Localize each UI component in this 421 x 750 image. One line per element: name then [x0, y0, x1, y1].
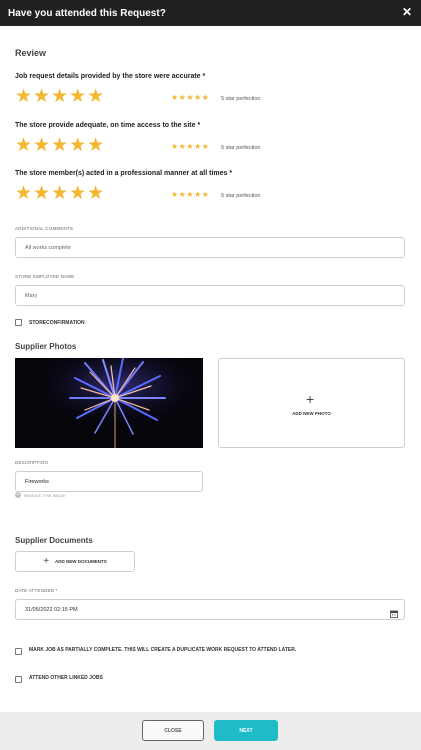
add-new-photo-button[interactable]: + ADD NEW PHOTO: [218, 358, 405, 448]
plus-icon: +: [306, 391, 315, 407]
star-rating-3[interactable]: ★★★★★: [15, 184, 105, 203]
modal-footer: CLOSE NEXT: [0, 712, 421, 750]
supplier-documents-title: Supplier Documents: [15, 536, 93, 545]
rating-summary-text-2: 5 star perfection: [221, 145, 261, 151]
comments-value: All works complete: [25, 244, 71, 251]
employee-name-input[interactable]: Mary: [15, 285, 405, 306]
date-attended-value: 31/05/2022 02:15 PM: [25, 606, 78, 613]
remove-image-icon[interactable]: ×: [15, 492, 21, 498]
add-new-documents-label: ADD NEW DOCUMENTS: [55, 559, 107, 564]
comments-label: ADDITIONAL COMMENTS: [15, 226, 74, 231]
add-new-photo-label: ADD NEW PHOTO: [292, 411, 331, 416]
partial-complete-checkbox[interactable]: [15, 648, 22, 655]
modal-title: Have you attended this Request?: [8, 8, 166, 19]
date-attended-input[interactable]: 31/05/2022 02:15 PM: [15, 599, 405, 620]
star-rating-2[interactable]: ★★★★★: [15, 136, 105, 155]
linked-jobs-label: ATTEND OTHER LINKED JOBS: [29, 675, 103, 681]
next-button[interactable]: NEXT: [214, 720, 278, 741]
employee-value: Mary: [25, 292, 38, 299]
fireworks-image: [15, 358, 203, 448]
supplier-photo-image[interactable]: [15, 358, 203, 448]
remove-image-link[interactable]: REMOVE THIS IMAGE: [24, 493, 66, 498]
linked-jobs-checkbox[interactable]: [15, 676, 22, 683]
date-attended-label: DATE ATTENDED *: [15, 588, 58, 593]
rating-summary-text-1: 5 star perfection: [221, 96, 261, 102]
description-label: DESCRIPTION: [15, 460, 48, 465]
description-input[interactable]: Fireworks: [15, 471, 203, 492]
employee-label: STORE EMPLOYEE NAME: [15, 274, 75, 279]
rating-summary-stars-3: ★★★★★: [171, 190, 210, 199]
star-rating-1[interactable]: ★★★★★: [15, 87, 105, 106]
rating-summary-stars-2: ★★★★★: [171, 142, 210, 151]
modal-header: Have you attended this Request? ✕: [0, 0, 421, 26]
add-new-documents-button[interactable]: + ADD NEW DOCUMENTS: [15, 551, 135, 572]
plus-icon: +: [43, 555, 50, 567]
close-button-label: CLOSE: [164, 727, 182, 734]
question-2-label: The store provide adequate, on time acce…: [15, 122, 201, 129]
next-button-label: NEXT: [239, 727, 253, 734]
comments-input[interactable]: All works complete: [15, 237, 405, 258]
description-value: Fireworks: [25, 478, 49, 485]
calendar-icon[interactable]: [390, 605, 398, 618]
question-3-label: The store member(s) acted in a professio…: [15, 170, 233, 177]
close-button[interactable]: CLOSE: [142, 720, 204, 741]
store-confirmation-label: STORECONFIRMATION: [29, 320, 85, 326]
review-title: Review: [15, 48, 47, 58]
supplier-photos-title: Supplier Photos: [15, 342, 77, 351]
rating-summary-text-3: 5 star perfection: [221, 193, 261, 199]
partial-complete-label: MARK JOB AS PARTIALLY COMPLETE. THIS WIL…: [29, 647, 297, 653]
rating-summary-stars-1: ★★★★★: [171, 93, 210, 102]
question-1-label: Job request details provided by the stor…: [15, 73, 206, 80]
close-icon[interactable]: ✕: [402, 5, 412, 19]
store-confirmation-checkbox[interactable]: [15, 319, 22, 326]
